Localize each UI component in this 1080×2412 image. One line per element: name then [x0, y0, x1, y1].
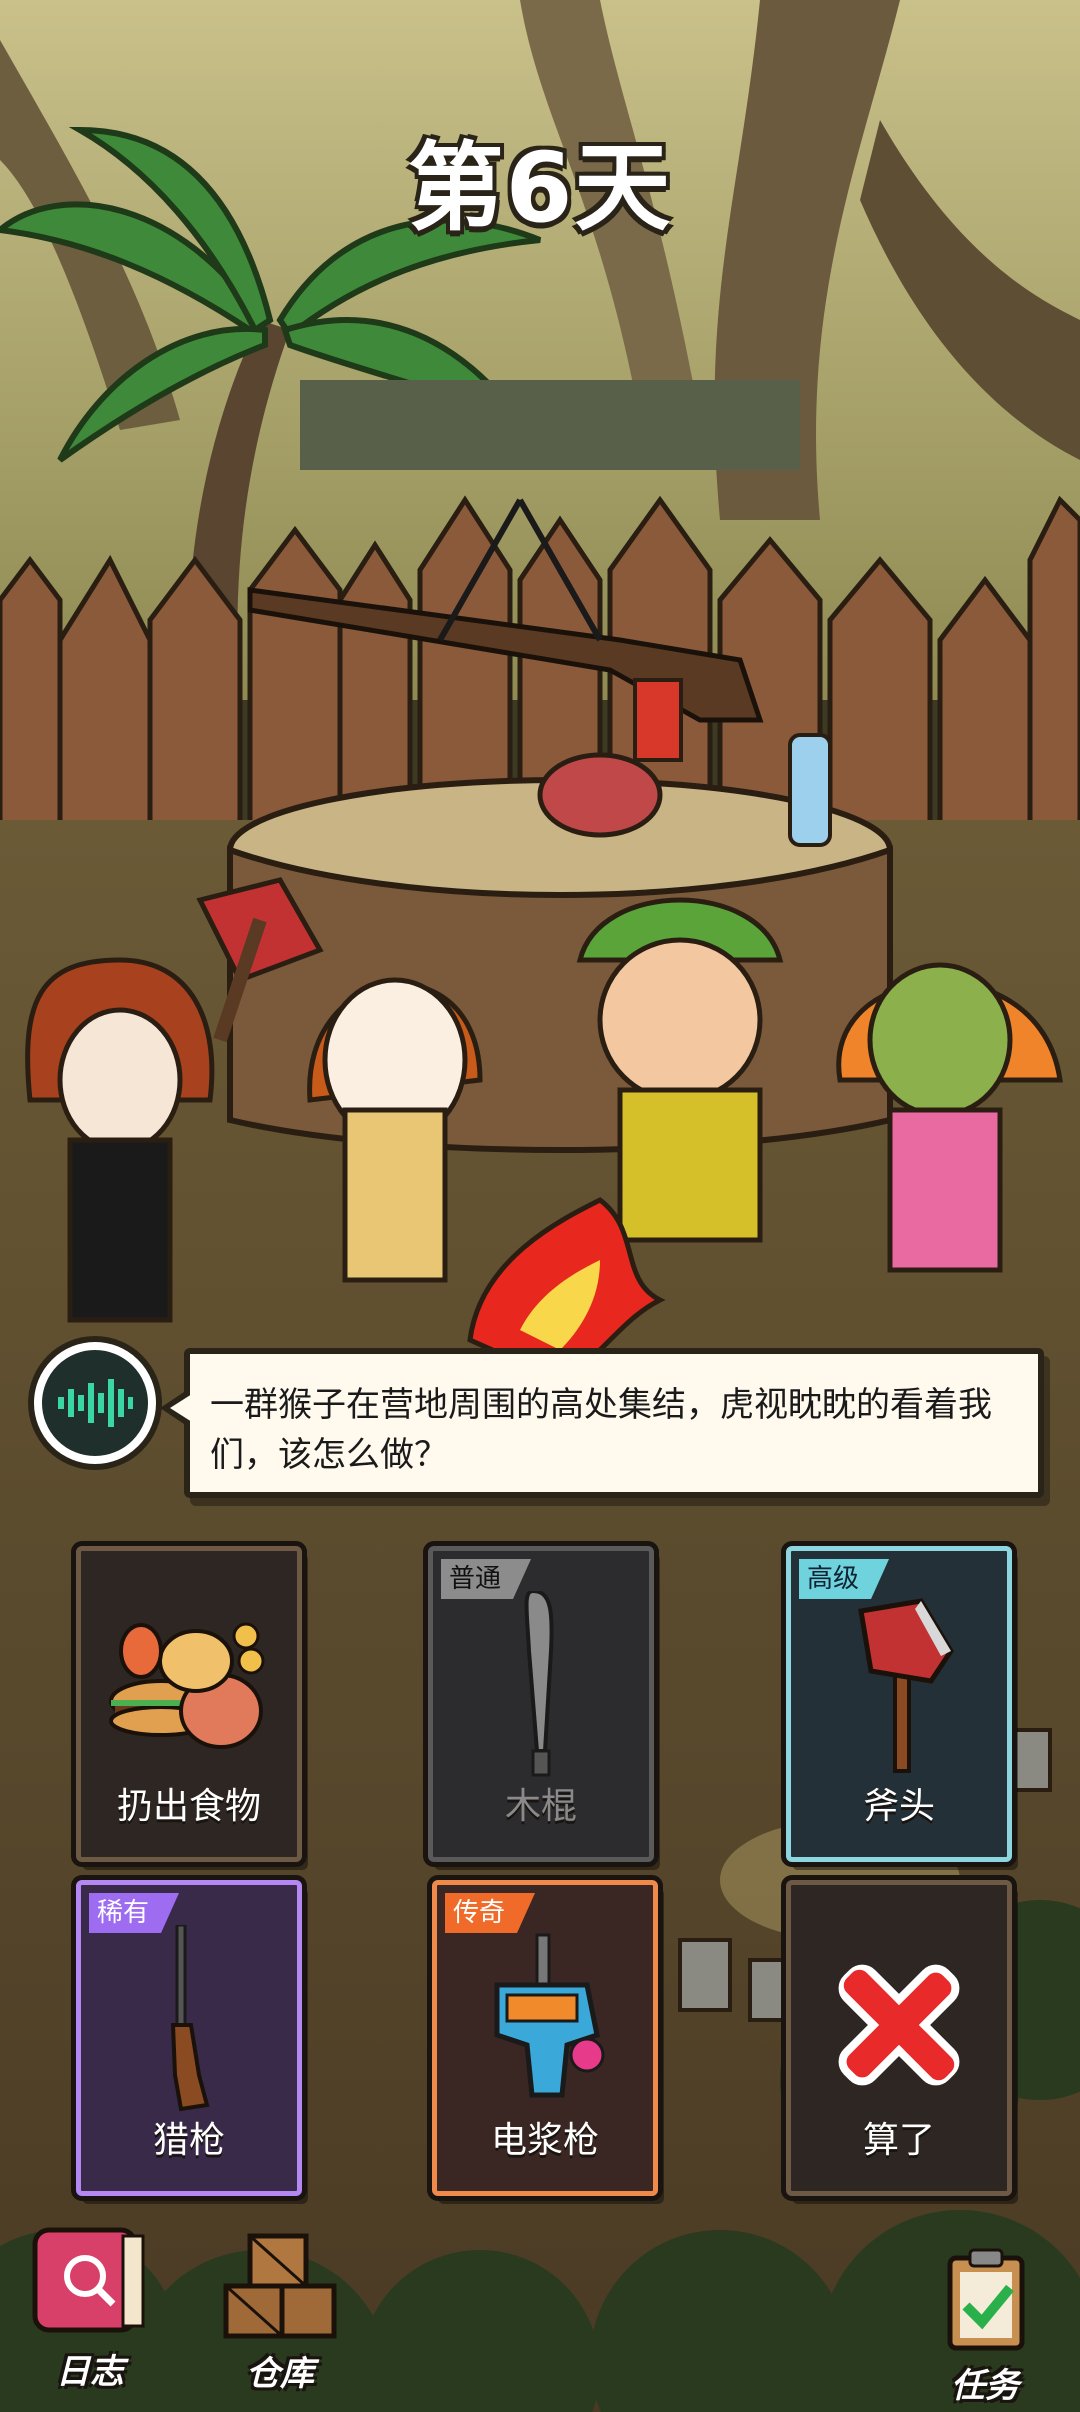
- food-icon: [109, 1622, 265, 1749]
- choice-label: 电浆枪: [490, 2120, 599, 2161]
- nav-tasks-label: 任务: [951, 2366, 1019, 2406]
- choice-card-stick[interactable]: 普通 木棍: [428, 1546, 654, 1862]
- nav-log[interactable]: 日志: [10, 2220, 170, 2393]
- choice-label: 斧头: [862, 1786, 935, 1827]
- nav-warehouse-label: 仓库: [246, 2354, 314, 2394]
- cross-icon: [838, 1964, 960, 2086]
- nav-tasks[interactable]: 任务: [910, 2244, 1060, 2407]
- dialog-box: 一群猴子在营地周围的高处集结，虎视眈眈的看着我们，该怎么做？: [184, 1348, 1044, 1498]
- nav-log-label: 日志: [56, 2352, 124, 2392]
- choice-label: 木棍: [504, 1786, 577, 1827]
- nav-warehouse[interactable]: 仓库: [200, 2230, 360, 2395]
- crate-icon: [223, 2233, 337, 2339]
- choice-card-plasma-gun[interactable]: 传奇 电浆枪: [432, 1880, 658, 2196]
- choice-label: 猎枪: [152, 2120, 225, 2161]
- audio-wave-icon: [58, 1379, 133, 1427]
- voice-button[interactable]: [34, 1342, 156, 1464]
- day-title: 第6天: [407, 132, 673, 244]
- choice-card-throw-food[interactable]: 扔出食物: [76, 1546, 302, 1862]
- choice-card-forget-it[interactable]: 算了: [786, 1880, 1012, 2196]
- choice-card-hunting-rifle[interactable]: 稀有 猎枪: [76, 1880, 302, 2196]
- axe-icon: [858, 1598, 954, 1773]
- rifle-icon: [170, 1925, 210, 2112]
- bat-icon: [524, 1591, 554, 1777]
- choice-card-axe[interactable]: 高级 斧头: [786, 1546, 1012, 1862]
- choice-label: 算了: [862, 2120, 935, 2161]
- dialog-tail-inner: [170, 1394, 192, 1422]
- plasma-gun-icon: [494, 1933, 605, 2098]
- clipboard-check-icon: [947, 2248, 1025, 2351]
- choice-label: 扔出食物: [116, 1786, 261, 1827]
- dialog-text: 一群猴子在营地周围的高处集结，虎视眈眈的看着我们，该怎么做？: [210, 1385, 992, 1475]
- log-book-icon: [32, 2227, 145, 2333]
